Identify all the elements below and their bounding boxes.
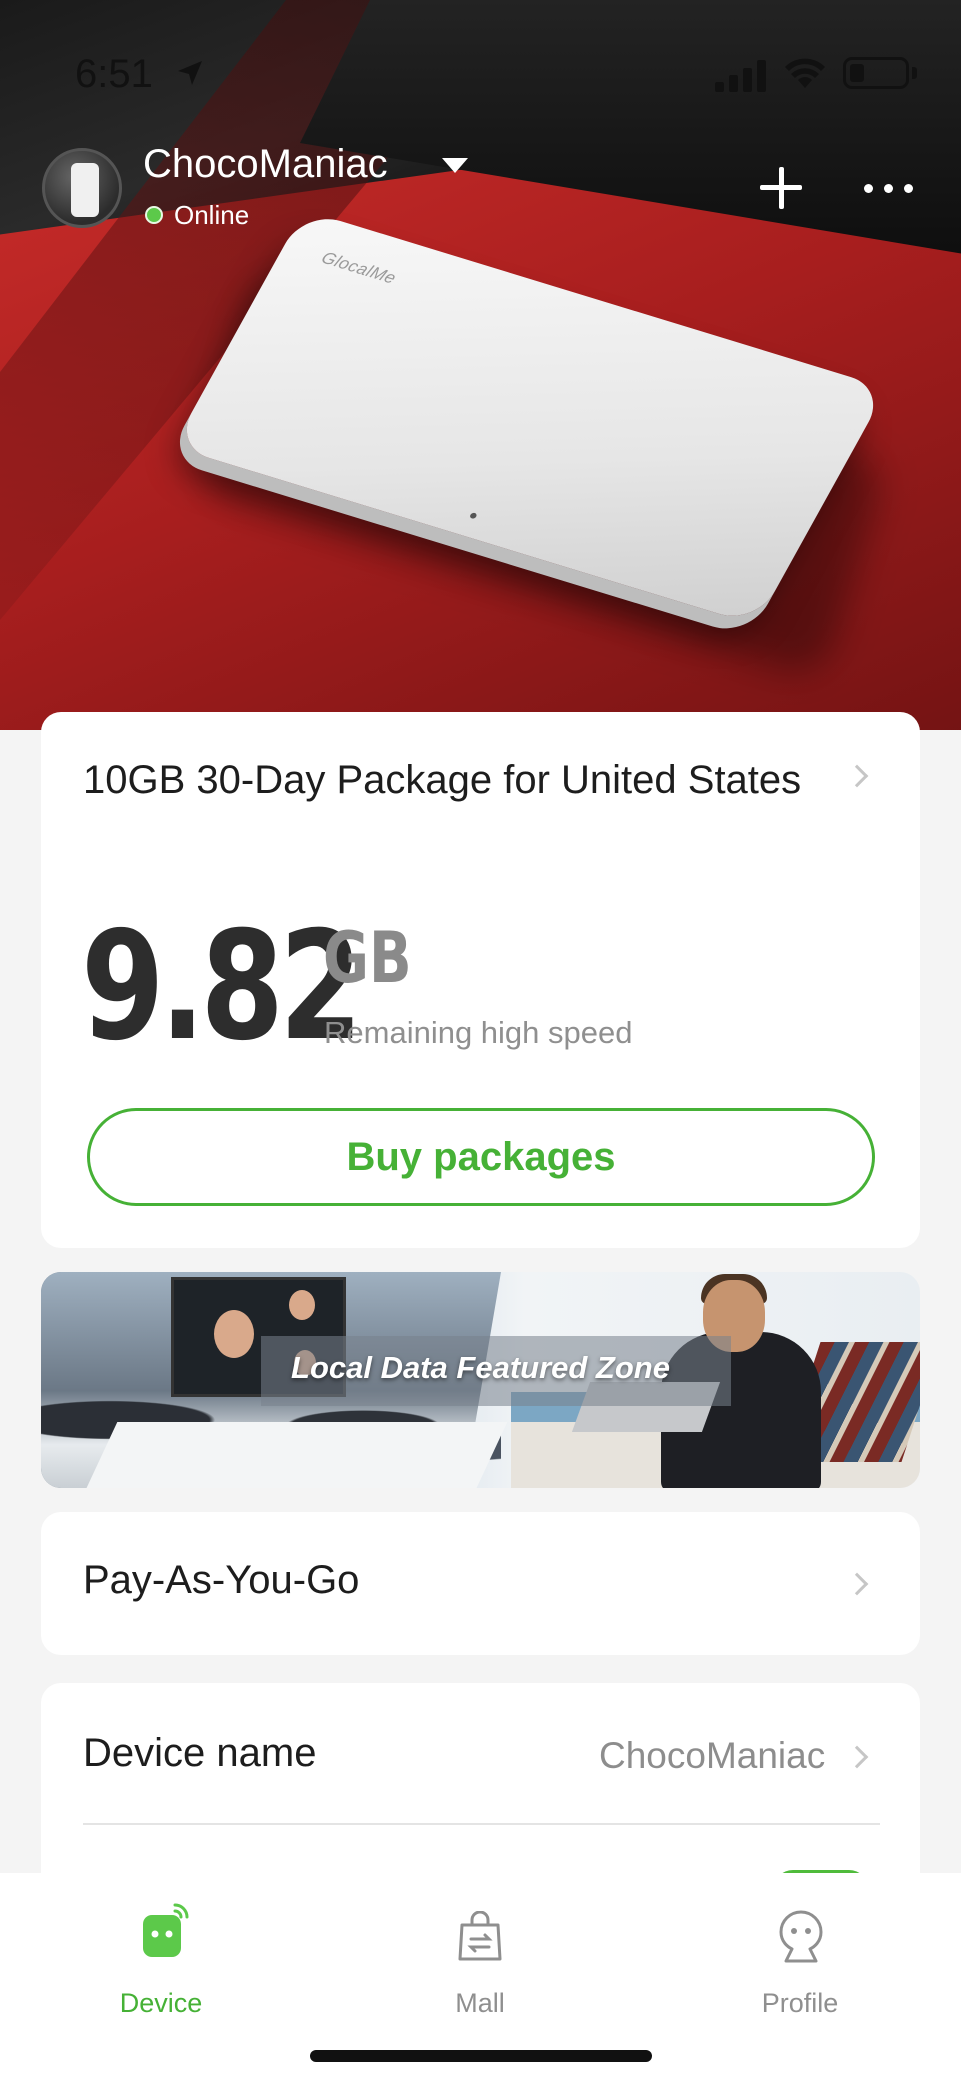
- row-divider: [83, 1823, 880, 1825]
- package-card[interactable]: 10GB 30-Day Package for United States 9.…: [41, 712, 920, 1248]
- shopping-bag-icon: [458, 1911, 502, 1961]
- dropdown-triangle-icon[interactable]: [442, 158, 468, 173]
- remaining-data-unit: GB: [323, 917, 412, 999]
- device-name-title[interactable]: ChocoManiac: [143, 142, 388, 187]
- banner-title: Local Data Featured Zone: [291, 1350, 670, 1385]
- battery-icon: [843, 57, 909, 89]
- remaining-data-value: 9.82: [81, 900, 363, 1074]
- chevron-right-icon: [845, 1745, 869, 1769]
- tab-mall[interactable]: Mall: [380, 1873, 580, 2018]
- bottom-tab-bar: Device Mall Profile: [0, 1873, 961, 2081]
- add-device-plus-icon[interactable]: [758, 165, 804, 211]
- package-name[interactable]: 10GB 30-Day Package for United States: [83, 754, 853, 807]
- tab-profile[interactable]: Profile: [700, 1873, 900, 2018]
- more-options-icon[interactable]: [864, 184, 914, 194]
- battery-cap: [912, 67, 917, 79]
- device-avatar[interactable]: [42, 148, 122, 228]
- location-arrow-icon: [178, 61, 202, 85]
- hero-banner: GlocalMe 6:51 ChocoManiac Online: [0, 0, 961, 730]
- status-time: 6:51: [75, 52, 153, 96]
- pay-as-you-go-label: Pay-As-You-Go: [83, 1558, 360, 1602]
- tab-mall-label: Mall: [455, 1988, 505, 2018]
- device-name-value: ChocoManiac: [599, 1735, 826, 1776]
- device-brand-logo: GlocalMe: [317, 248, 400, 288]
- chevron-right-icon: [845, 1572, 869, 1596]
- wifi-icon: [785, 58, 825, 88]
- tab-device[interactable]: Device: [61, 1873, 261, 2018]
- device-led: [468, 512, 478, 520]
- home-indicator[interactable]: [310, 2050, 652, 2062]
- pay-as-you-go-row[interactable]: Pay-As-You-Go: [41, 1512, 920, 1655]
- online-status-dot: [145, 206, 163, 224]
- device-icon: [143, 1903, 189, 1957]
- tab-device-label: Device: [119, 1988, 203, 2018]
- device-name-label: Device name: [83, 1731, 317, 1775]
- status-bar: 6:51: [0, 0, 961, 150]
- tab-profile-label: Profile: [761, 1988, 839, 2018]
- online-status-text: Online: [174, 200, 250, 230]
- remaining-data-label: Remaining high speed: [324, 1015, 633, 1050]
- cellular-signal-icon: [715, 60, 766, 92]
- profile-icon: [779, 1910, 823, 1963]
- banner-meeting-table: [84, 1422, 508, 1488]
- promo-banner[interactable]: Local Data Featured Zone: [41, 1272, 920, 1488]
- buy-packages-button[interactable]: Buy packages: [87, 1108, 875, 1206]
